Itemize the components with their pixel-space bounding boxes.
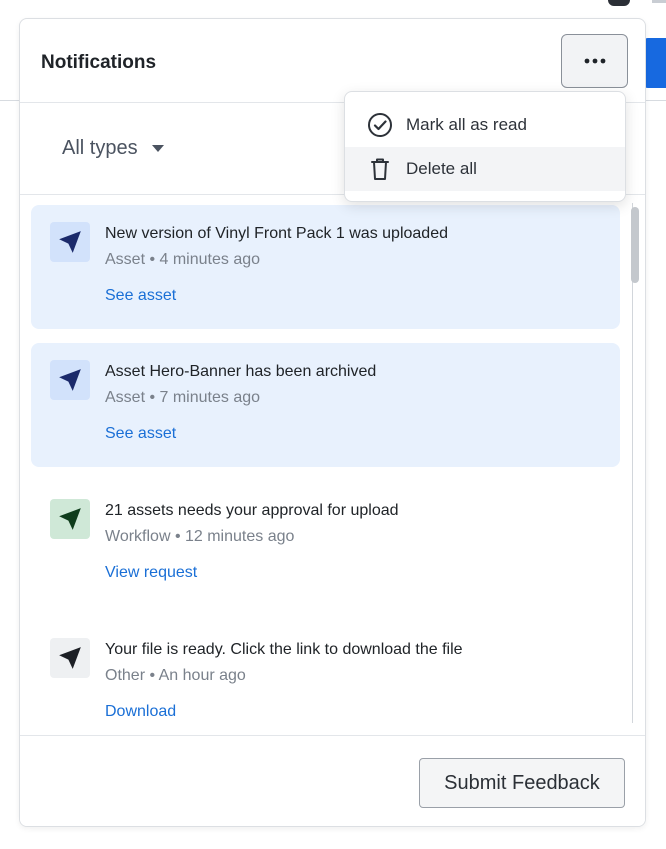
notification-list[interactable]: New version of Vinyl Front Pack 1 was up… <box>20 195 645 735</box>
background-divider <box>652 0 666 3</box>
ellipsis-icon <box>584 58 605 64</box>
notification-message: Asset Hero-Banner has been archived <box>105 363 377 380</box>
panel-footer: Submit Feedback <box>20 735 645 826</box>
notification-meta: Asset • 7 minutes ago <box>105 389 261 406</box>
menu-item-mark-all-read[interactable]: Mark all as read <box>345 103 625 147</box>
menu-item-delete-all[interactable]: Delete all <box>345 147 625 191</box>
notification-message: Your file is ready. Click the link to do… <box>105 641 463 658</box>
see-asset-link[interactable]: See asset <box>105 425 176 443</box>
caret-down-icon <box>151 145 164 152</box>
notification-message: New version of Vinyl Front Pack 1 was up… <box>105 225 448 242</box>
more-options-menu: Mark all as read Delete all <box>344 91 626 202</box>
notification-item[interactable]: 21 assets needs your approval for upload… <box>31 482 620 606</box>
trash-icon <box>371 158 389 180</box>
menu-item-label: Delete all <box>406 159 477 178</box>
menu-item-label: Mark all as read <box>406 115 527 134</box>
view-request-link[interactable]: View request <box>105 564 197 582</box>
notification-item[interactable]: Asset Hero-Banner has been archived Asse… <box>31 343 620 467</box>
notification-meta: Other • An hour ago <box>105 667 246 684</box>
type-filter-dropdown[interactable]: All types <box>62 137 164 160</box>
check-circle-icon <box>368 113 392 137</box>
submit-feedback-button[interactable]: Submit Feedback <box>419 758 625 808</box>
scrollbar-thumb[interactable] <box>631 207 639 283</box>
bell-icon[interactable] <box>608 0 630 6</box>
notification-item[interactable]: Your file is ready. Click the link to do… <box>31 621 620 735</box>
send-icon <box>50 360 90 400</box>
filter-label: All types <box>62 137 138 159</box>
notification-item[interactable]: New version of Vinyl Front Pack 1 was up… <box>31 205 620 329</box>
see-asset-link[interactable]: See asset <box>105 287 176 305</box>
notification-message: 21 assets needs your approval for upload <box>105 502 399 519</box>
page: Notifications All types New version of V… <box>0 0 666 849</box>
send-icon <box>50 638 90 678</box>
download-link[interactable]: Download <box>105 703 176 721</box>
notification-meta: Asset • 4 minutes ago <box>105 251 261 268</box>
send-icon <box>50 499 90 539</box>
more-options-button[interactable] <box>561 34 628 88</box>
send-icon <box>50 222 90 262</box>
notification-meta: Workflow • 12 minutes ago <box>105 528 295 545</box>
scrollbar[interactable] <box>628 203 642 723</box>
panel-title: Notifications <box>41 52 157 73</box>
